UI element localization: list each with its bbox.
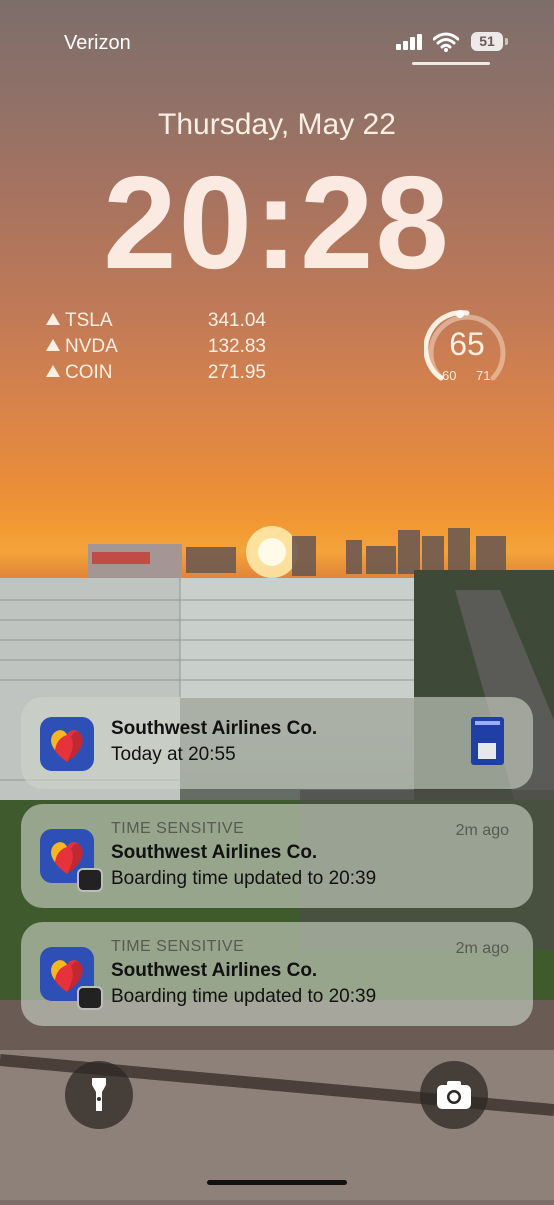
notification-body: Boarding time updated to 20:39 [111, 868, 377, 889]
notification-time: 2m ago [455, 822, 509, 839]
weather-widget[interactable]: 65 60 71 [423, 306, 510, 392]
southwest-heart-icon [40, 717, 94, 771]
notification-card[interactable]: TIME SENSITIVE 2m ago Southwest Airlines… [21, 804, 533, 908]
time-sensitive-label: TIME SENSITIVE [111, 820, 245, 837]
high-temperature: 71 [476, 368, 491, 383]
up-arrow-icon [46, 365, 60, 377]
wallet-icon [77, 868, 103, 892]
camera-button[interactable] [420, 1061, 488, 1129]
stock-symbol: COIN [65, 362, 113, 383]
wifi-icon [432, 32, 460, 57]
lock-date: Thursday, May 22 [158, 108, 396, 141]
control-center-indicator[interactable] [412, 62, 490, 65]
time-sensitive-label: TIME SENSITIVE [111, 938, 245, 955]
stocks-widget[interactable]: TSLA 341.04 NVDA 132.83 COIN 271.95 [46, 310, 266, 388]
stock-value: 132.83 [207, 336, 266, 357]
current-temperature: 65 [449, 326, 485, 362]
camera-icon [437, 1081, 471, 1109]
notification-card[interactable]: Southwest Airlines Co. Today at 20:55 [21, 697, 533, 789]
battery-tip [505, 38, 508, 45]
stock-value: 271.95 [207, 362, 266, 383]
wallet-icon [77, 986, 103, 1010]
stock-symbol: NVDA [65, 336, 118, 357]
stock-row: COIN 271.95 [46, 362, 266, 388]
qr-code-icon [478, 743, 496, 759]
battery-indicator: 51 [471, 32, 503, 51]
home-indicator[interactable] [207, 1180, 347, 1185]
lock-time: 20:28 [103, 149, 451, 296]
stock-value: 341.04 [207, 310, 266, 331]
notification-body: Boarding time updated to 20:39 [111, 986, 377, 1007]
notification-app-name: Southwest Airlines Co. [111, 842, 318, 863]
status-bar: Verizon 51 [0, 30, 554, 56]
stock-row: NVDA 132.83 [46, 336, 266, 362]
notification-time: 2m ago [455, 940, 509, 957]
flashlight-button[interactable] [65, 1061, 133, 1129]
cellular-signal-icon [396, 34, 424, 55]
stock-symbol: TSLA [65, 310, 113, 331]
up-arrow-icon [46, 339, 60, 351]
flashlight-icon [92, 1078, 106, 1111]
notification-card[interactable]: TIME SENSITIVE 2m ago Southwest Airlines… [21, 922, 533, 1026]
low-temperature: 60 [442, 368, 457, 383]
notification-app-name: Southwest Airlines Co. [111, 718, 318, 739]
notification-body: Today at 20:55 [111, 744, 236, 765]
stock-row: TSLA 341.04 [46, 310, 266, 336]
up-arrow-icon [46, 313, 60, 325]
notification-app-name: Southwest Airlines Co. [111, 960, 318, 981]
carrier-label: Verizon [64, 32, 131, 54]
boarding-pass-thumbnail [471, 717, 504, 765]
